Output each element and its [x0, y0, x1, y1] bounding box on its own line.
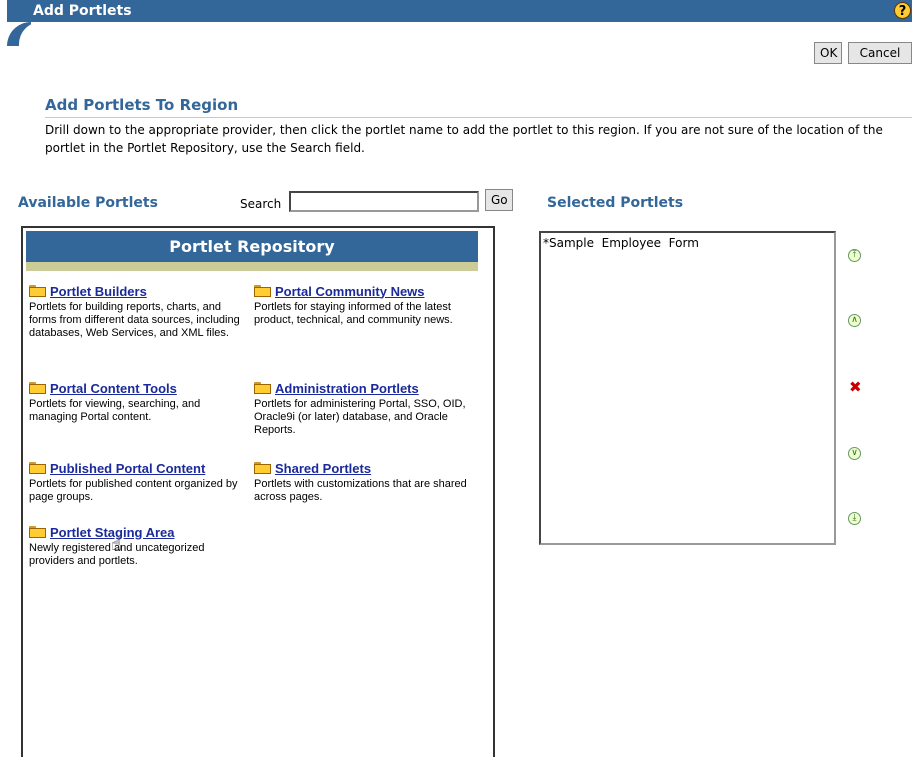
move-top-icon[interactable]: ⤒ — [848, 249, 861, 262]
provider-link[interactable]: Administration Portlets — [275, 381, 419, 396]
folder-icon — [254, 285, 271, 297]
provider-portlet-builders: Portlet Builders Portlets for building r… — [29, 283, 247, 340]
provider-link[interactable]: Published Portal Content — [50, 461, 205, 476]
dialog-titlebar: Add Portlets ? — [0, 0, 912, 48]
provider-description: Portlets for building reports, charts, a… — [29, 301, 240, 339]
provider-portal-community-news: Portal Community News Portlets for stayi… — [254, 283, 472, 327]
folder-icon — [29, 526, 46, 538]
provider-link[interactable]: Portal Community News — [275, 284, 425, 299]
cancel-button[interactable]: Cancel — [848, 42, 912, 64]
search-label: Search — [240, 197, 282, 211]
folder-icon — [29, 285, 46, 297]
provider-description: Portlets for administering Portal, SSO, … — [254, 398, 466, 436]
hand-cursor-icon: ☝ — [111, 534, 122, 555]
folder-icon — [29, 462, 46, 474]
repository-header-accent — [26, 262, 478, 271]
provider-shared-portlets: Shared Portlets Portlets with customizat… — [254, 460, 472, 504]
list-item[interactable]: *Sample Employee Form — [543, 236, 832, 250]
folder-icon — [254, 462, 271, 474]
provider-description: Portlets for published content organized… — [29, 478, 238, 503]
provider-administration-portlets: Administration Portlets Portlets for adm… — [254, 380, 472, 437]
folder-icon — [254, 382, 271, 394]
selected-portlets-label: Selected Portlets — [547, 195, 684, 211]
provider-description: Portlets with customizations that are sh… — [254, 478, 467, 503]
provider-description: Portlets for viewing, searching, and man… — [29, 398, 201, 423]
instructions-text: Drill down to the appropriate provider, … — [45, 123, 883, 155]
provider-published-portal-content: Published Portal Content Portlets for pu… — [29, 460, 247, 504]
titlebar-band — [7, 0, 912, 22]
provider-portal-content-tools: Portal Content Tools Portlets for viewin… — [29, 380, 247, 424]
section-divider — [45, 117, 912, 118]
move-bottom-icon[interactable]: ⤓ — [848, 512, 861, 525]
section-title: Add Portlets To Region — [45, 96, 239, 114]
move-down-icon[interactable]: ∨ — [848, 447, 861, 460]
move-up-icon[interactable]: ∧ — [848, 314, 861, 327]
dialog-title: Add Portlets — [33, 3, 132, 19]
provider-link[interactable]: Portlet Builders — [50, 284, 147, 299]
provider-link[interactable]: Shared Portlets — [275, 461, 371, 476]
remove-icon[interactable]: ✖ — [849, 380, 862, 395]
go-button[interactable]: Go — [485, 189, 513, 211]
repository-header: Portlet Repository — [26, 231, 478, 262]
ok-button[interactable]: OK — [814, 42, 842, 64]
help-icon[interactable]: ? — [894, 2, 911, 19]
provider-link[interactable]: Portal Content Tools — [50, 381, 177, 396]
provider-description: Newly registered and uncategorized provi… — [29, 542, 205, 567]
provider-description: Portlets for staying informed of the lat… — [254, 301, 453, 326]
available-portlets-label: Available Portlets — [18, 195, 158, 211]
provider-portlet-staging-area: Portlet Staging Area Newly registered an… — [29, 524, 247, 568]
selected-portlets-list[interactable]: *Sample Employee Form — [539, 231, 836, 545]
portlet-repository-panel: Portlet Repository Portlet Builders Port… — [21, 226, 495, 757]
folder-icon — [29, 382, 46, 394]
search-input[interactable] — [289, 191, 479, 212]
